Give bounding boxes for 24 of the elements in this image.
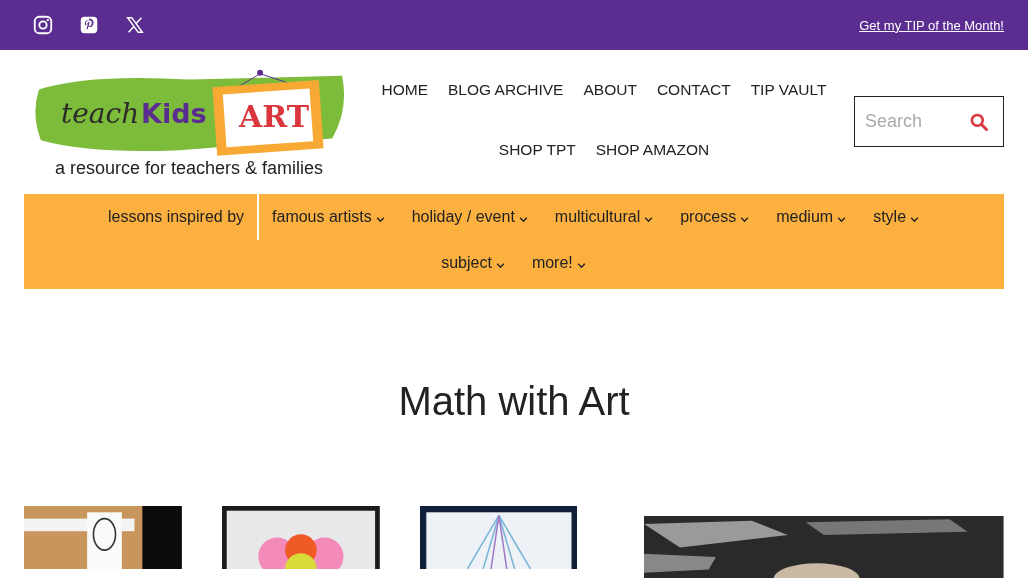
category-menu[interactable]: style bbox=[860, 194, 934, 240]
nav-link[interactable]: TIP VAULT bbox=[750, 60, 827, 120]
nav-link[interactable]: BLOG ARCHIVE bbox=[448, 60, 564, 120]
category-menu[interactable]: holiday / event bbox=[398, 194, 542, 240]
x-icon[interactable] bbox=[124, 14, 146, 36]
nav-link[interactable]: SHOP AMAZON bbox=[595, 120, 710, 180]
promo-link[interactable]: Get my TIP of the Month! bbox=[859, 17, 1004, 33]
search-field[interactable]: Search bbox=[854, 96, 1004, 147]
nav-link[interactable]: ABOUT bbox=[583, 60, 637, 120]
category-menu[interactable]: medium bbox=[763, 194, 861, 240]
category-menu[interactable]: multicultural bbox=[541, 194, 668, 240]
category-label: lessons inspired by bbox=[94, 194, 260, 240]
pinterest-icon[interactable] bbox=[78, 14, 100, 36]
search-icon[interactable] bbox=[969, 112, 989, 132]
nav-link[interactable]: HOME bbox=[381, 60, 429, 120]
category-menu[interactable]: more! bbox=[518, 240, 600, 286]
nav-link[interactable]: SHOP TPT bbox=[498, 120, 576, 180]
category-menu[interactable]: subject bbox=[428, 240, 519, 286]
instagram-icon[interactable] bbox=[32, 14, 54, 36]
category-menu[interactable]: process bbox=[667, 194, 764, 240]
tagline: a resource for teachers & families bbox=[54, 158, 324, 179]
category-menu[interactable]: famous artists bbox=[259, 194, 399, 240]
nav-link[interactable]: CONTACT bbox=[656, 60, 731, 120]
page-title: Math with Art bbox=[397, 378, 631, 425]
